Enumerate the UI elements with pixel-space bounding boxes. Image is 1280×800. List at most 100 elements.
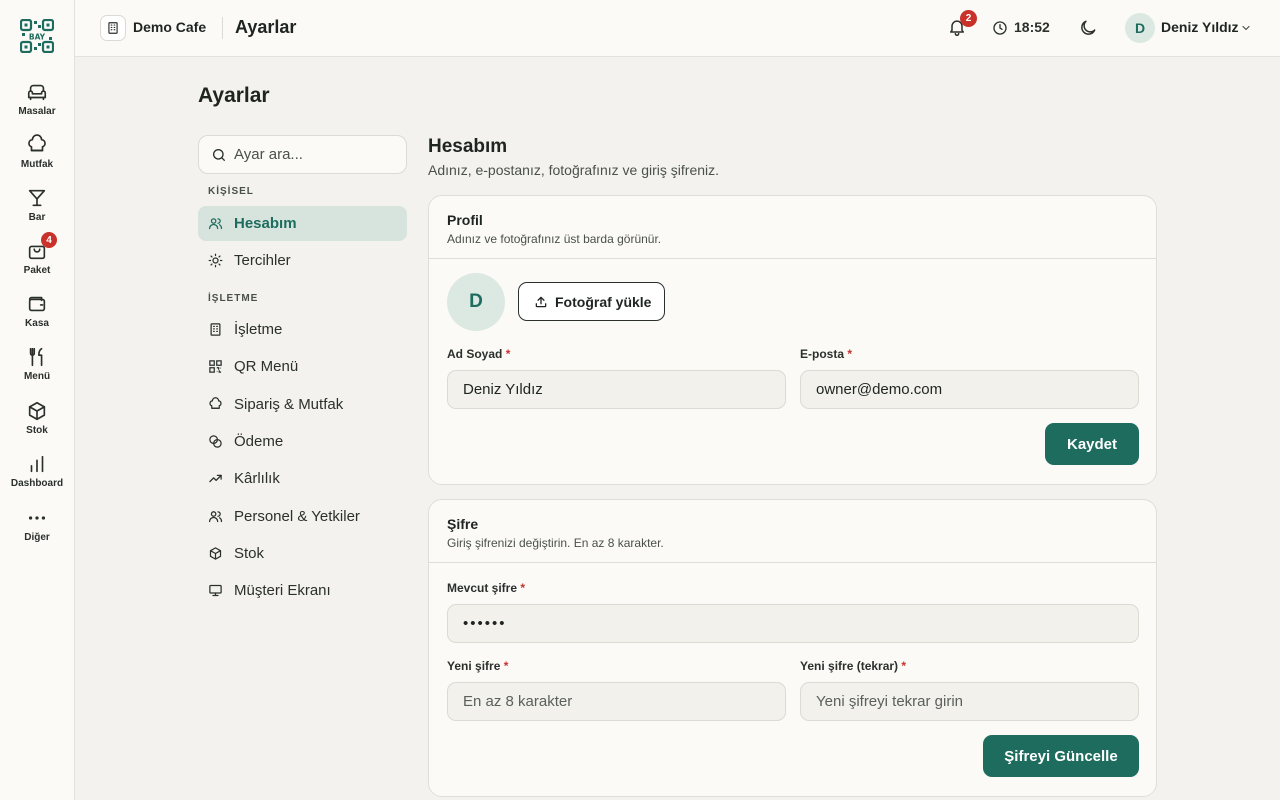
utensils-icon — [29, 347, 43, 367]
nav-label: Tercihler — [234, 252, 291, 269]
upload-photo-button[interactable]: Fotoğraf yükle — [518, 282, 665, 321]
current-password-field[interactable] — [447, 604, 1139, 643]
chef-hat-icon — [209, 397, 222, 409]
rail-item-bar[interactable]: Bar — [0, 185, 74, 235]
cafe-name[interactable]: Demo Cafe — [133, 19, 206, 35]
nav-label: QR Menü — [234, 358, 299, 375]
profile-avatar: D — [447, 273, 505, 331]
search-input[interactable] — [234, 136, 399, 173]
sun-icon — [208, 253, 223, 268]
nav-item-qr-menu[interactable]: QR Menü — [198, 349, 407, 384]
nav-label: Stok — [234, 545, 265, 562]
user-name[interactable]: Deniz Yıldız — [1161, 19, 1239, 35]
clock-icon — [993, 21, 1007, 35]
current-time: 18:52 — [1014, 19, 1050, 35]
nav-item-personel[interactable]: Personel & Yetkiler — [198, 499, 407, 534]
nav-label: Hesabım — [234, 215, 297, 232]
section-subtitle: Adınız, e-postanız, fotoğrafınız ve giri… — [428, 162, 720, 178]
card-description: Giriş şifrenizi değiştirin. En az 8 kara… — [447, 536, 664, 550]
rail-label: Menü — [23, 371, 51, 382]
upload-icon — [535, 296, 547, 308]
box-icon — [209, 547, 222, 560]
rail-item-masalar[interactable]: Masalar — [0, 79, 74, 129]
rail-label: Mutfak — [20, 159, 54, 170]
update-password-button[interactable]: Şifreyi Güncelle — [983, 735, 1139, 777]
nav-item-musteri-ekrani[interactable]: Müşteri Ekranı — [198, 573, 407, 608]
nav-label: Personel & Yetkiler — [234, 508, 360, 525]
left-rail: BAY Masalar Mutfak Bar 4 Paket Kasa Menü… — [0, 0, 75, 800]
nav-label: Ödeme — [234, 433, 284, 450]
trending-up-icon — [209, 474, 222, 483]
profile-card: Profil Adınız ve fotoğrafınız üst barda … — [428, 195, 1157, 485]
name-label: Ad Soyad * — [447, 347, 511, 361]
topbar-page-title: Ayarlar — [235, 17, 297, 37]
nav-label: İşletme — [234, 321, 283, 338]
required-mark: * — [847, 347, 853, 361]
top-bar: Demo Cafe Ayarlar 2 18:52 D Deniz Yıldız — [75, 0, 1280, 57]
monitor-icon — [209, 584, 222, 597]
rail-label: Dashboard — [10, 478, 64, 489]
nav-label: Müşteri Ekranı — [234, 582, 331, 599]
rail-label: Paket — [23, 265, 51, 276]
rail-item-paket[interactable]: 4 Paket — [0, 232, 74, 288]
nav-item-siparis-mutfak[interactable]: Sipariş & Mutfak — [198, 387, 407, 422]
new-password-field[interactable] — [447, 682, 786, 721]
nav-label: Kârlılık — [234, 470, 280, 487]
nav-item-tercihler[interactable]: Tercihler — [198, 243, 407, 278]
nav-item-odeme[interactable]: Ödeme — [198, 424, 407, 459]
chevron-down-icon[interactable] — [1240, 22, 1252, 34]
card-header: Şifre Giriş şifrenizi değiştirin. En az … — [429, 500, 1156, 563]
email-field[interactable] — [800, 370, 1139, 409]
qr-code-icon — [209, 360, 222, 373]
name-field[interactable] — [447, 370, 786, 409]
nav-group-business: İŞLETME — [208, 293, 259, 304]
section-title: Hesabım — [428, 136, 508, 157]
card-description: Adınız ve fotoğrafınız üst barda görünür… — [447, 232, 662, 246]
card-title: Profil — [447, 212, 483, 228]
paket-badge: 4 — [41, 232, 57, 248]
rail-label: Bar — [28, 212, 46, 223]
rail-label: Masalar — [18, 106, 56, 117]
current-password-label: Mevcut şifre * — [447, 581, 526, 595]
nav-label: Sipariş & Mutfak — [234, 396, 344, 413]
sofa-icon — [27, 84, 47, 101]
bar-chart-icon — [30, 455, 44, 473]
settings-search — [198, 135, 407, 174]
users-icon — [208, 218, 223, 230]
nav-item-karlilik[interactable]: Kârlılık — [198, 461, 407, 496]
rail-item-dashboard[interactable]: Dashboard — [0, 451, 74, 501]
rail-label: Diğer — [24, 532, 50, 543]
qr-logo-icon[interactable]: BAY — [19, 18, 55, 54]
card-title: Şifre — [447, 516, 479, 532]
users-icon — [208, 511, 223, 523]
nav-item-hesabim[interactable]: Hesabım — [198, 206, 407, 241]
nav-item-stok[interactable]: Stok — [198, 536, 407, 571]
moon-icon[interactable] — [1078, 18, 1098, 38]
rail-item-kasa[interactable]: Kasa — [0, 291, 74, 341]
save-button[interactable]: Kaydet — [1045, 423, 1139, 465]
rail-item-stok[interactable]: Stok — [0, 398, 74, 448]
search-icon — [213, 149, 225, 161]
password-card: Şifre Giriş şifrenizi değiştirin. En az … — [428, 499, 1157, 797]
chef-hat-icon — [28, 134, 46, 152]
building-icon — [210, 323, 221, 336]
nav-item-isletme[interactable]: İşletme — [198, 312, 407, 347]
required-mark: * — [505, 347, 511, 361]
rail-item-diger[interactable]: Diğer — [0, 505, 74, 555]
repeat-password-field[interactable] — [800, 682, 1139, 721]
rail-item-mutfak[interactable]: Mutfak — [0, 132, 74, 182]
notification-badge: 2 — [960, 10, 977, 27]
new-password-label: Yeni şifre * — [447, 659, 509, 673]
logo-text: BAY — [29, 33, 46, 42]
upload-label: Fotoğraf yükle — [555, 294, 652, 310]
user-avatar[interactable]: D — [1125, 13, 1155, 43]
building-icon[interactable] — [100, 15, 126, 41]
email-label: E-posta * — [800, 347, 853, 361]
rail-label: Kasa — [25, 318, 49, 329]
rail-label: Stok — [26, 425, 48, 436]
nav-group-personal: KİŞİSEL — [208, 186, 254, 197]
required-mark: * — [520, 581, 526, 595]
box-icon — [28, 401, 46, 421]
rail-item-menu[interactable]: Menü — [0, 344, 74, 394]
repeat-password-label: Yeni şifre (tekrar) * — [800, 659, 907, 673]
